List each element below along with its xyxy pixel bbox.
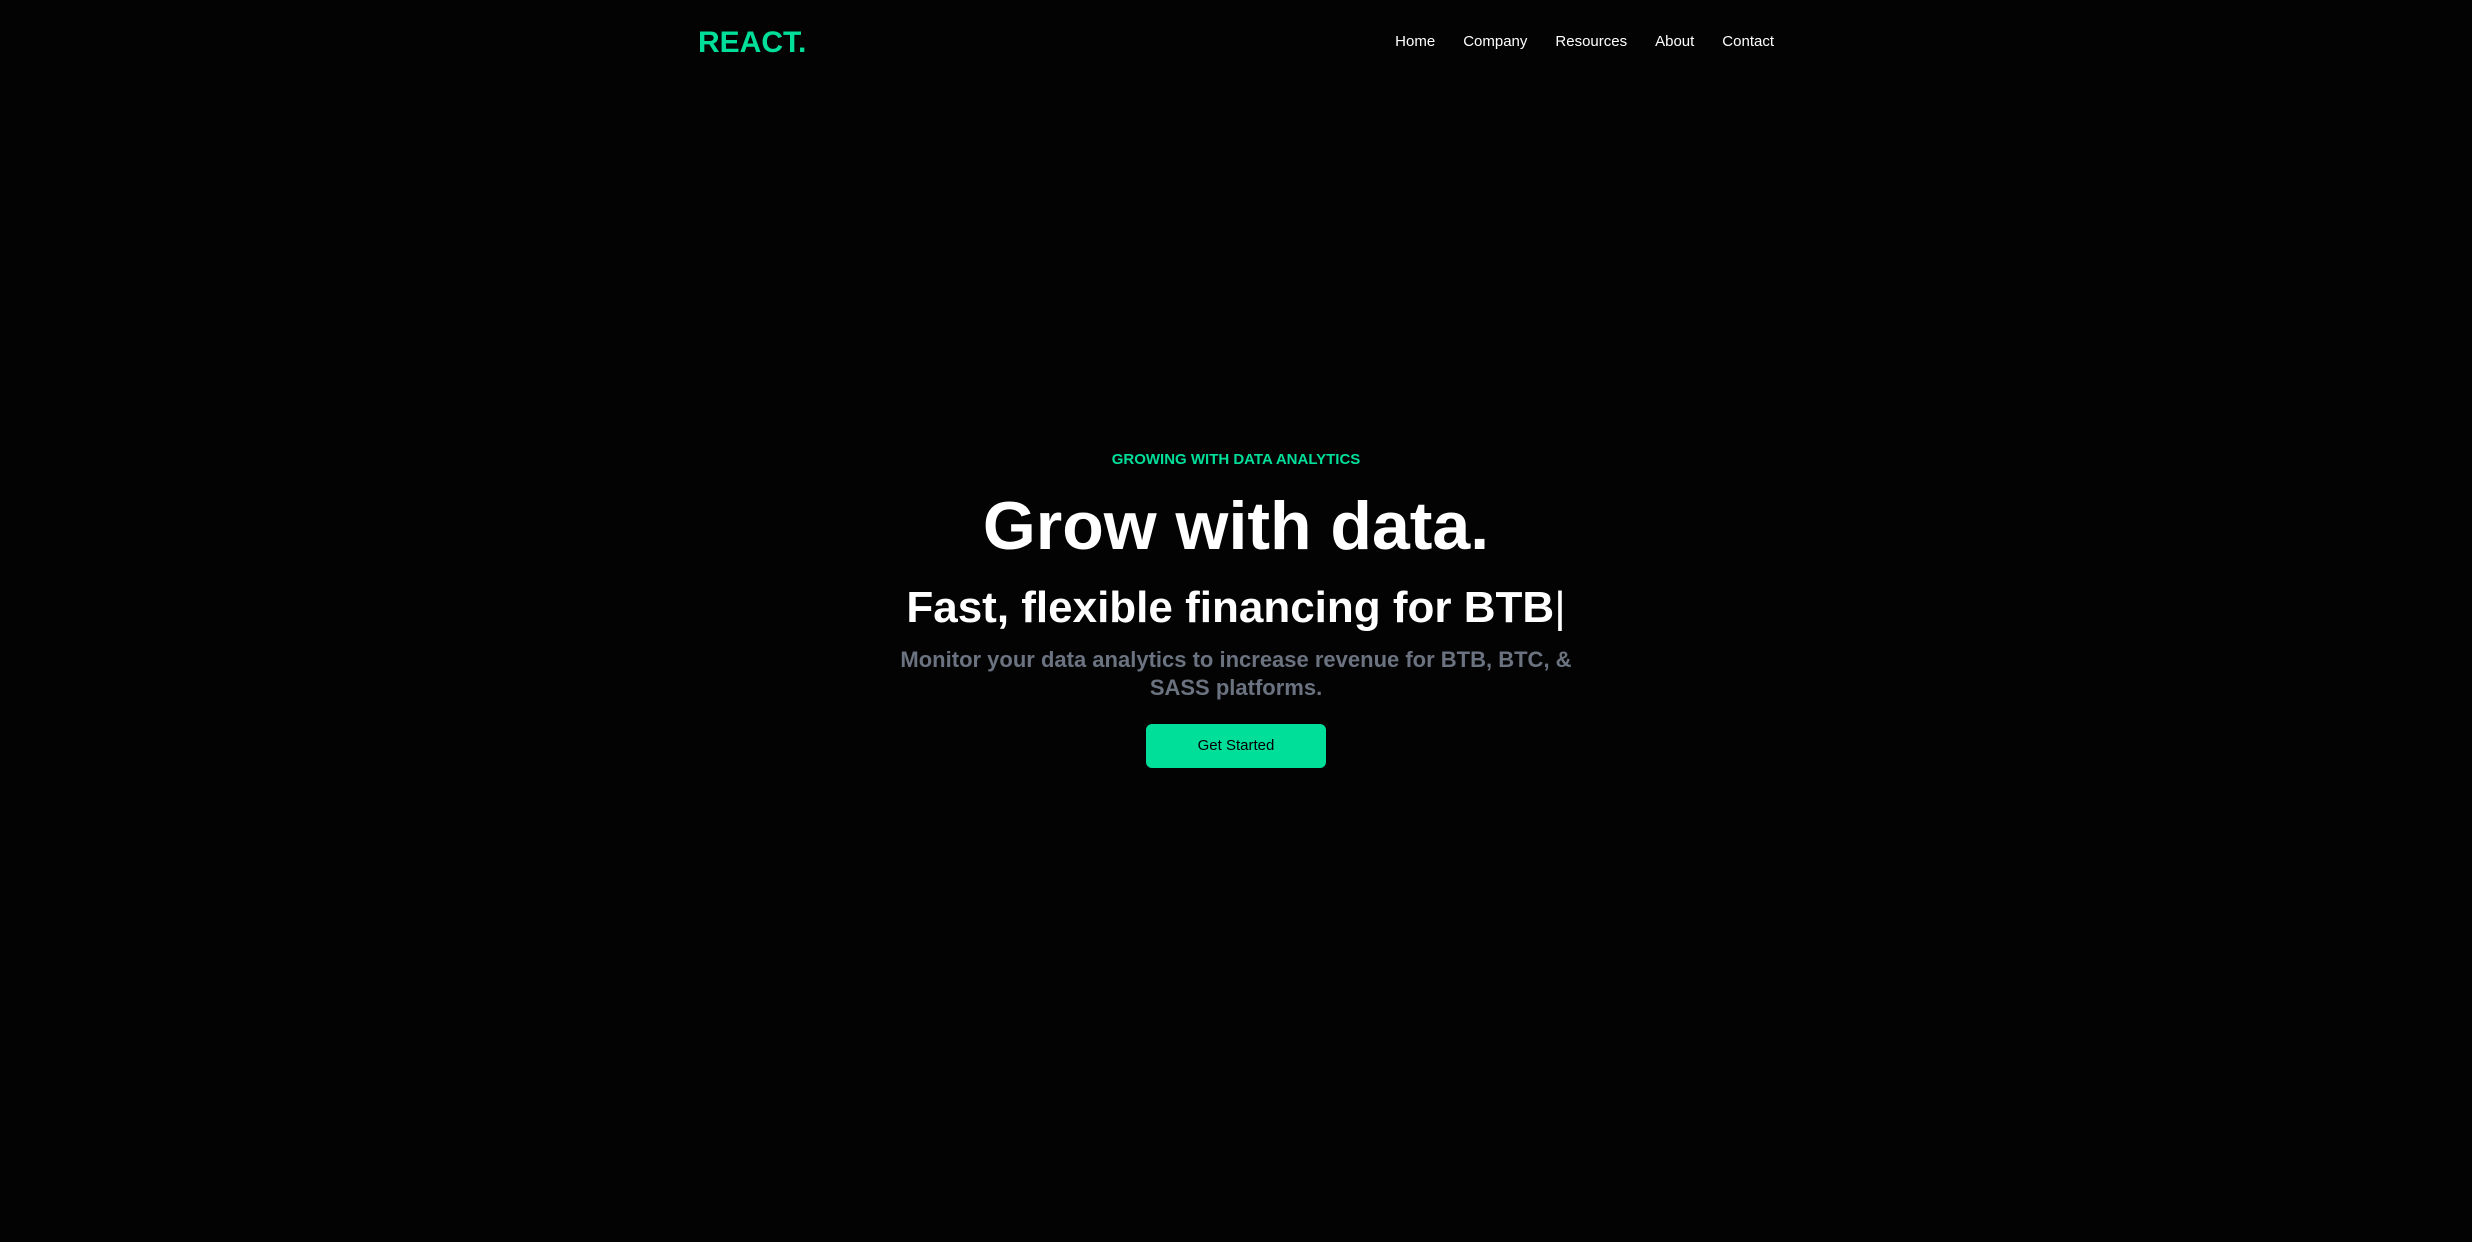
nav-item-home[interactable]: Home — [1381, 30, 1449, 54]
hero-subhead-prefix: Fast, flexible financing for — [906, 583, 1452, 632]
nav-item-resources[interactable]: Resources — [1541, 30, 1641, 54]
nav-item-contact[interactable]: Contact — [1708, 30, 1774, 54]
hero-description: Monitor your data analytics to increase … — [900, 647, 1572, 700]
hero-typed-text: BTB — [1463, 583, 1555, 632]
nav-item-company[interactable]: Company — [1449, 30, 1541, 54]
hero-headline: Grow with data. — [982, 488, 1490, 564]
typed-cursor: | — [1554, 583, 1566, 632]
nav-menu: Home Company Resources About Contact — [1381, 30, 1774, 54]
navbar: REACT. Home Company Resources About Cont… — [0, 0, 2472, 86]
hero-eyebrow: GROWING WITH DATA ANALYTICS — [1111, 451, 1361, 468]
page: REACT. Home Company Resources About Cont… — [0, 0, 2472, 1242]
get-started-button[interactable]: Get Started — [1146, 724, 1326, 768]
hero-section: GROWING WITH DATA ANALYTICS Grow with da… — [0, 448, 2472, 768]
hero-subhead: Fast, flexible financing for BTB| — [0, 580, 2472, 636]
nav-item-about[interactable]: About — [1641, 30, 1708, 54]
logo[interactable]: REACT. — [698, 23, 806, 63]
